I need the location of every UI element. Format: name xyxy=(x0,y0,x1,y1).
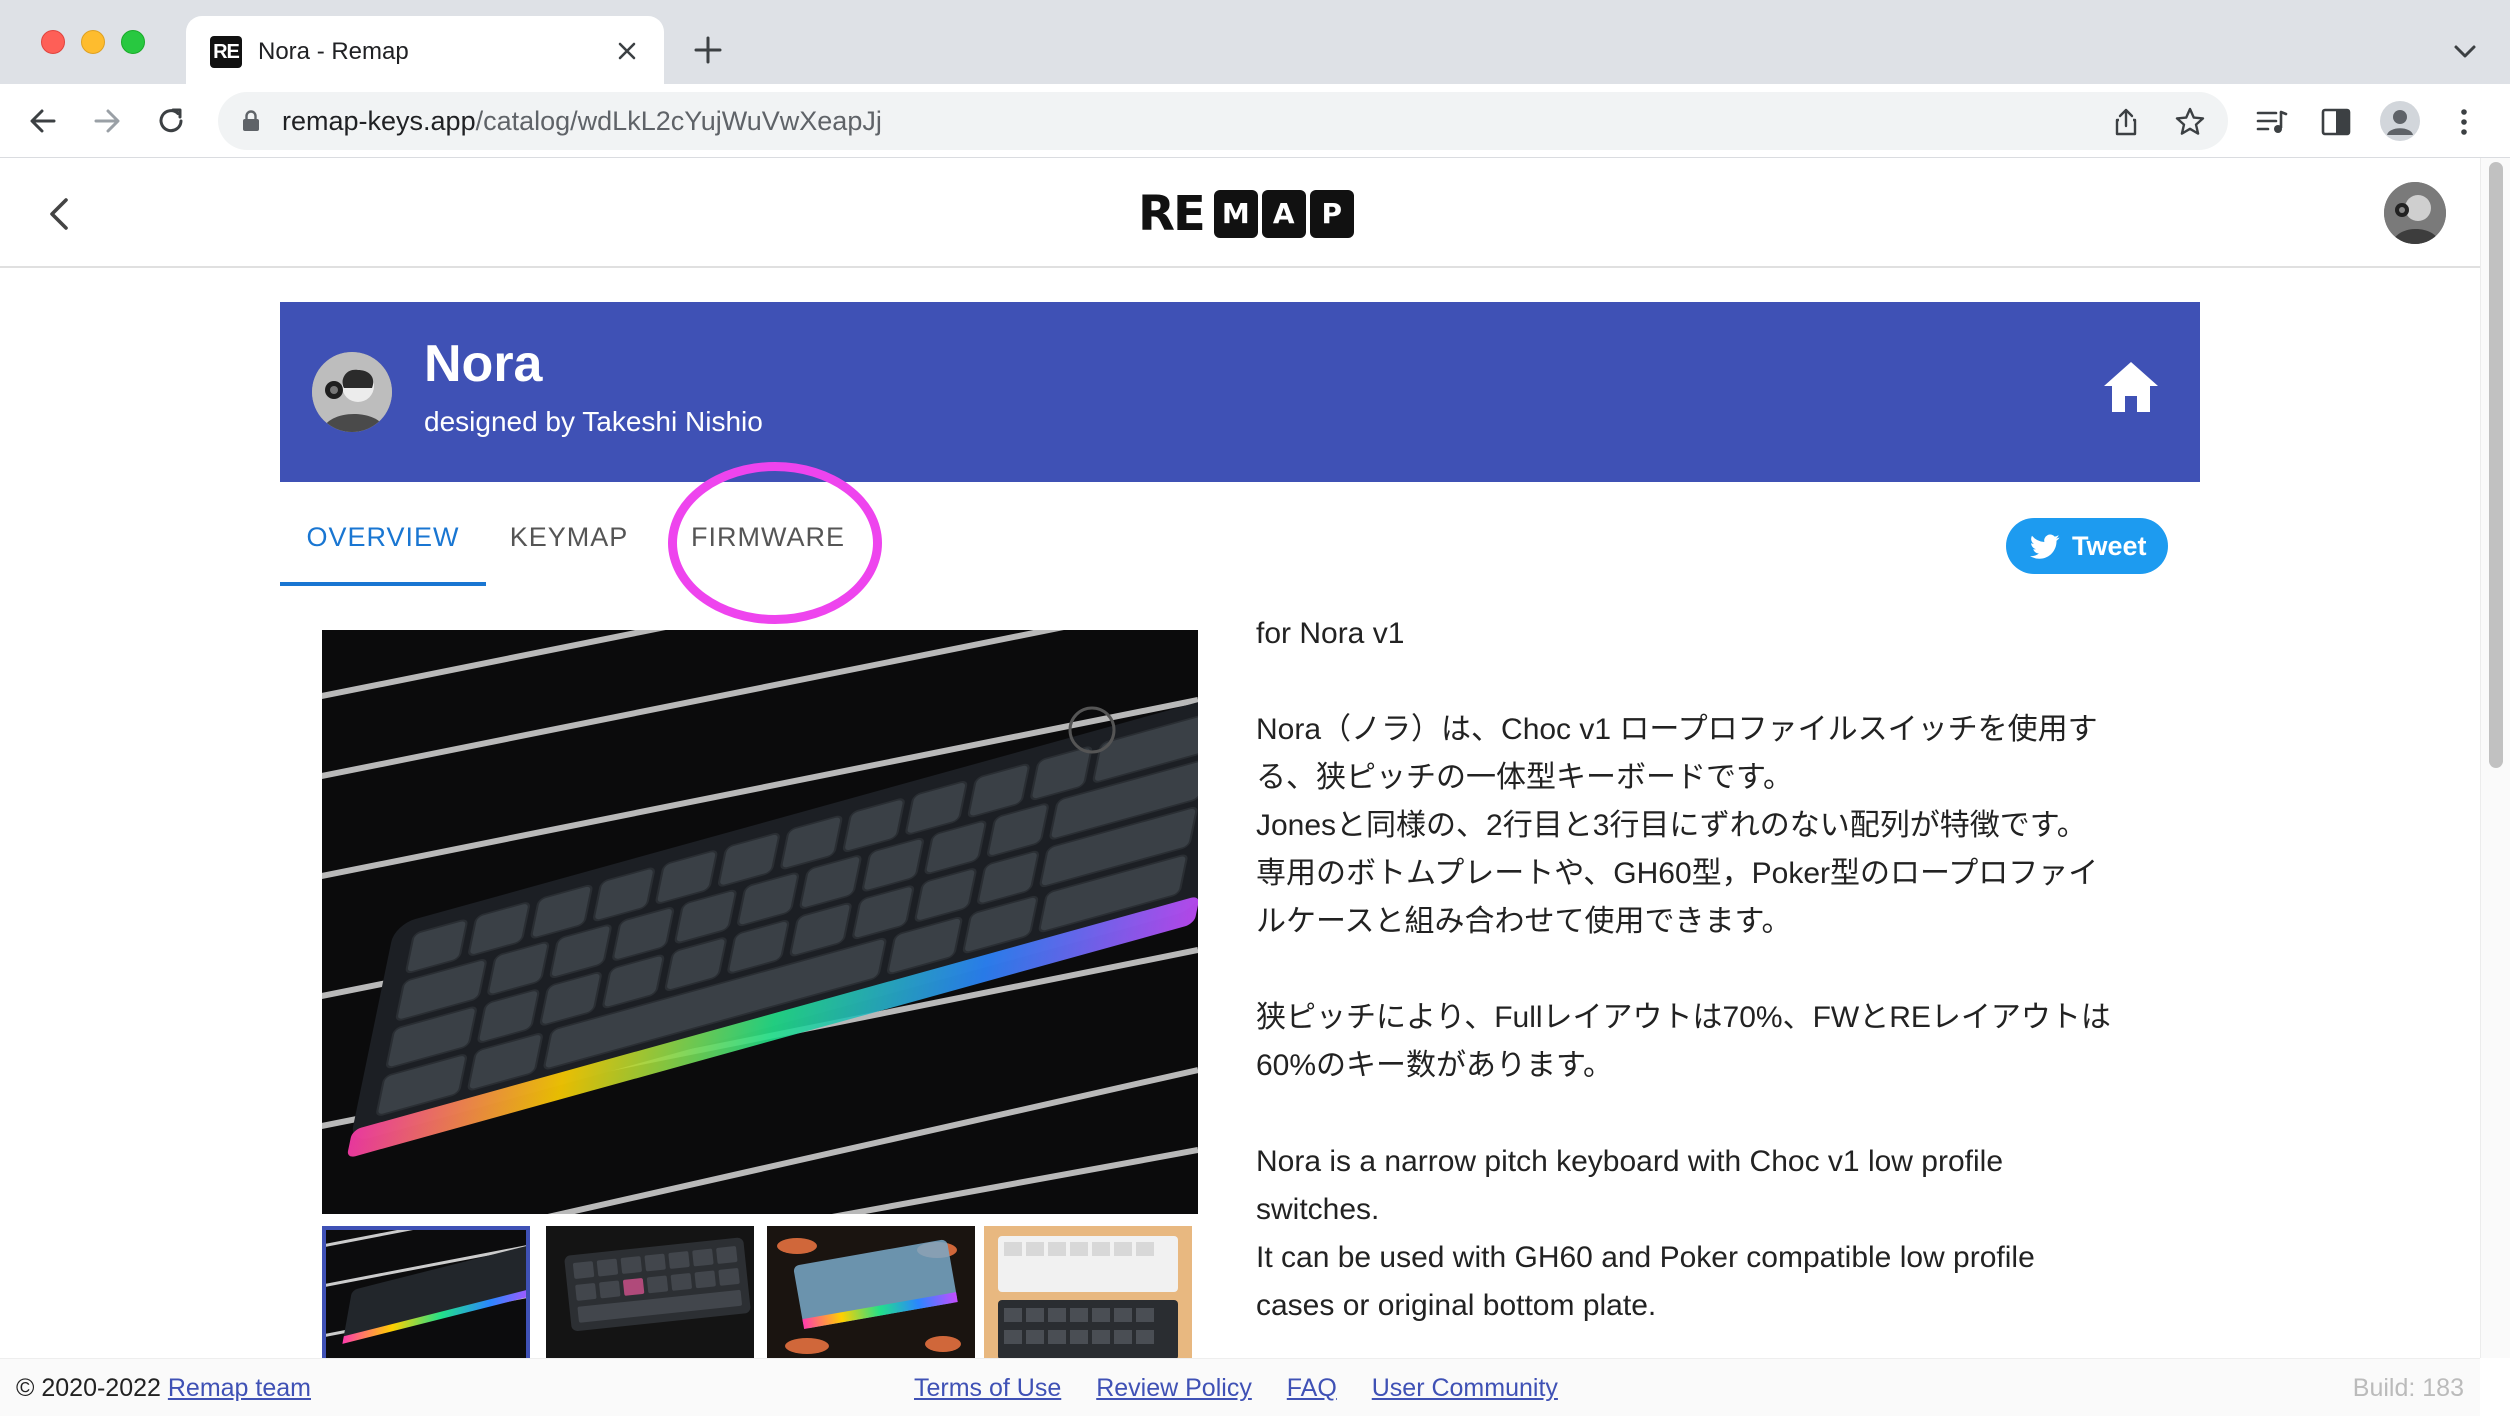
keyboard-photo xyxy=(322,630,1198,1214)
browser-tabstrip: RE Nora - Remap xyxy=(0,0,2510,84)
reload-icon[interactable] xyxy=(152,102,190,140)
review-policy-link[interactable]: Review Policy xyxy=(1096,1374,1252,1402)
build-number: Build: 183 xyxy=(2352,1374,2464,1402)
arrow-back-icon[interactable] xyxy=(24,102,62,140)
new-tab-plus-icon[interactable] xyxy=(690,32,726,68)
app-header: RE M A P xyxy=(0,158,2480,268)
copyright: © 2020-2022 Remap team xyxy=(16,1374,311,1402)
share-icon[interactable] xyxy=(2110,106,2142,138)
designer-avatar xyxy=(312,352,392,432)
description-paragraph: Nora（ノラ）は、Choc v1 ロープロファイルスイッチを使用す る、狭ピッ… xyxy=(1256,713,2099,938)
chevron-down-icon[interactable] xyxy=(2450,36,2480,66)
tab-firmware[interactable]: FIRMWARE xyxy=(678,488,858,586)
logo-prefix: RE xyxy=(1138,186,1206,242)
faq-link[interactable]: FAQ xyxy=(1287,1374,1337,1402)
image-thumbnails xyxy=(322,1226,1198,1358)
user-community-link[interactable]: User Community xyxy=(1372,1374,1558,1402)
tab-title: Nora - Remap xyxy=(258,38,409,65)
tweet-button[interactable]: Tweet xyxy=(2006,518,2168,574)
scrollbar-thumb[interactable] xyxy=(2489,162,2503,768)
thumbnail[interactable] xyxy=(322,1226,530,1358)
keyboard-main-image[interactable] xyxy=(322,630,1198,1214)
browser-toolbar: remap-keys.app/catalog/wdLkL2cYujWuVwXea… xyxy=(0,84,2510,158)
media-controls-icon[interactable] xyxy=(2254,104,2290,140)
close-icon[interactable] xyxy=(612,36,642,66)
more-menu-icon[interactable] xyxy=(2446,104,2482,140)
terms-of-use-link[interactable]: Terms of Use xyxy=(914,1374,1061,1402)
logo-letter-box: M xyxy=(1213,190,1258,238)
remap-team-link[interactable]: Remap team xyxy=(168,1374,311,1402)
window-zoom-button[interactable] xyxy=(121,30,145,54)
side-panel-icon[interactable] xyxy=(2318,104,2354,140)
page-footer: © 2020-2022 Remap team Terms of Use Revi… xyxy=(0,1358,2480,1416)
home-icon[interactable] xyxy=(2098,354,2164,420)
tab-overview[interactable]: OVERVIEW xyxy=(280,488,486,586)
bookmark-star-icon[interactable] xyxy=(2174,106,2206,138)
page-scrollbar[interactable] xyxy=(2480,158,2510,1358)
remap-favicon-icon: RE xyxy=(210,36,242,68)
description-paragraph: 狭ピッチにより、Fullレイアウトは70%、FWとREレイアウトは 60%のキー… xyxy=(1256,1001,2111,1082)
description-paragraph: Nora is a narrow pitch keyboard with Cho… xyxy=(1256,1145,2035,1322)
logo-letter-box: P xyxy=(1309,190,1354,238)
thumbnail[interactable] xyxy=(767,1226,975,1358)
keyboard-description: for Nora v1 Nora（ノラ）は、Choc v1 ロープロファイルスイ… xyxy=(1256,610,2196,1358)
profile-avatar-icon[interactable] xyxy=(2380,101,2420,141)
user-avatar[interactable] xyxy=(2384,182,2446,244)
page-content: RE M A P Nora designed by Takeshi Nishio… xyxy=(0,158,2480,1358)
thumbnail[interactable] xyxy=(546,1226,754,1358)
footer-links: Terms of Use Review Policy FAQ User Comm… xyxy=(914,1359,1586,1416)
designer-credit: designed by Takeshi Nishio xyxy=(424,406,763,437)
thumbnail[interactable] xyxy=(984,1226,1192,1358)
url-text: remap-keys.app/catalog/wdLkL2cYujWuVwXea… xyxy=(282,106,882,136)
logo-letter-box: A xyxy=(1261,190,1306,238)
arrow-forward-icon[interactable] xyxy=(88,102,126,140)
keyboard-banner: Nora designed by Takeshi Nishio xyxy=(280,302,2200,482)
browser-tab-active[interactable]: RE Nora - Remap xyxy=(186,16,664,84)
lock-icon xyxy=(243,110,259,131)
address-bar[interactable]: remap-keys.app/catalog/wdLkL2cYujWuVwXea… xyxy=(218,92,2228,150)
window-close-button[interactable] xyxy=(41,30,65,54)
tweet-label: Tweet xyxy=(2072,531,2147,561)
remap-logo[interactable]: RE M A P xyxy=(1138,188,1354,240)
chevron-left-icon[interactable] xyxy=(38,192,82,236)
keyboard-name: Nora xyxy=(424,335,543,393)
tab-keymap[interactable]: KEYMAP xyxy=(486,488,652,586)
window-minimize-button[interactable] xyxy=(81,30,105,54)
twitter-bird-icon xyxy=(2030,534,2060,559)
description-paragraph: for Nora v1 xyxy=(1256,617,1405,650)
